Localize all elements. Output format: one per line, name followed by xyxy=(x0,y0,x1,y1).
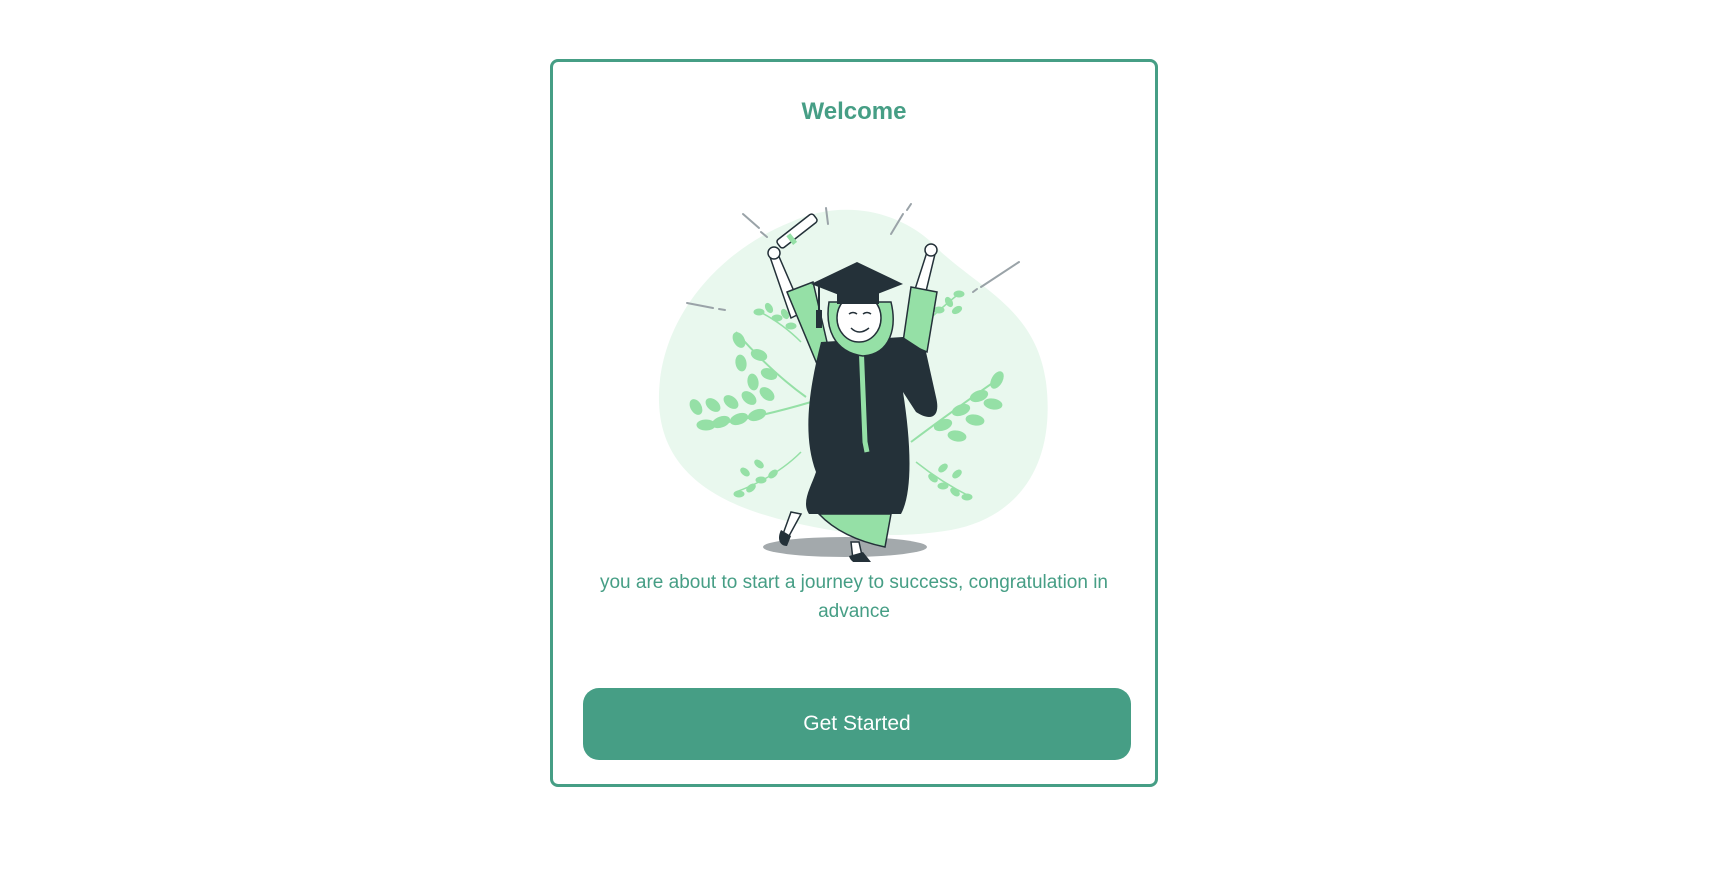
welcome-message: you are about to start a journey to succ… xyxy=(599,572,1109,622)
graduation-illustration xyxy=(658,203,1048,562)
get-started-button[interactable]: Get Started xyxy=(583,688,1131,760)
welcome-card: Welcome you are about to start a journey… xyxy=(550,59,1158,787)
welcome-title: Welcome xyxy=(801,98,907,125)
